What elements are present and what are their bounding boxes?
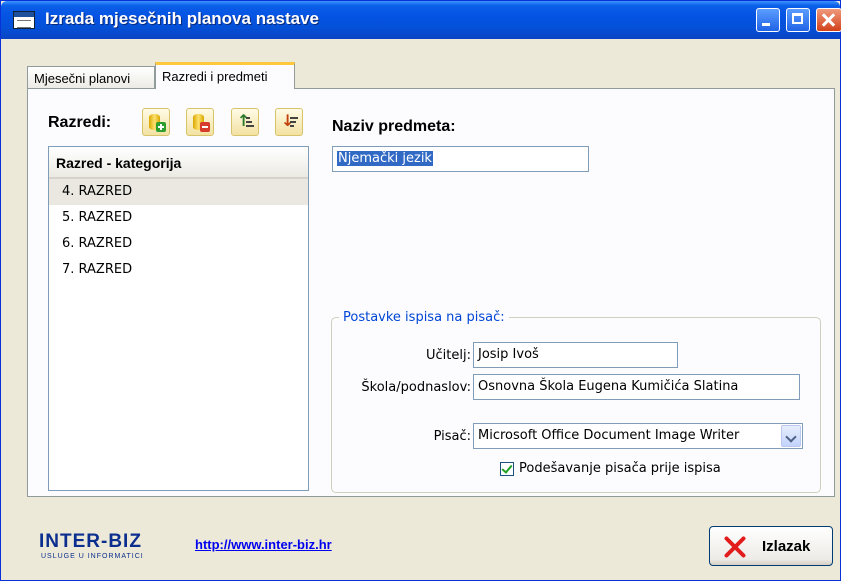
main-window: Izrada mjesečnih planova nastave Mjesečn… (0, 0, 841, 581)
exit-button[interactable]: Izlazak (709, 526, 833, 566)
exit-button-label: Izlazak (762, 538, 811, 555)
list-item[interactable]: 4. RAZRED (49, 179, 308, 205)
delete-class-button[interactable] (186, 108, 214, 136)
window-title: Izrada mjesečnih planova nastave (45, 9, 320, 28)
printer-setup-checkbox[interactable] (500, 462, 514, 476)
sort-ascending-button[interactable]: ↑ (231, 108, 259, 136)
print-settings-legend: Postavke ispisa na pisač: (339, 310, 509, 325)
title-bar[interactable]: Izrada mjesečnih planova nastave (1, 1, 841, 39)
minimize-button[interactable] (756, 8, 780, 32)
inter-biz-logo: INTER-BIZ (39, 531, 142, 552)
classes-label: Razredi: (48, 114, 112, 131)
printer-setup-label[interactable]: Podešavanje pisača prije ispisa (519, 461, 721, 476)
list-item[interactable]: 5. RAZRED (49, 205, 308, 231)
subject-name-input[interactable]: Njemački jezik (332, 146, 589, 172)
maximize-button[interactable] (786, 8, 810, 32)
chevron-down-icon[interactable] (781, 425, 801, 447)
tab-razredi-i-predmeti[interactable]: Razredi i predmeti (155, 62, 295, 89)
teacher-label: Učitelj: (426, 348, 471, 363)
subject-name-label: Naziv predmeta: (332, 118, 456, 135)
school-input[interactable]: Osnovna Škola Eugena Kumičića Slatina (473, 374, 800, 400)
close-button[interactable] (816, 8, 841, 32)
printer-label: Pisač: (433, 429, 471, 444)
logo-subtitle: USLUGE U INFORMATICI (41, 553, 144, 560)
school-label: Škola/podnaslov: (361, 380, 471, 395)
list-item[interactable]: 6. RAZRED (49, 231, 308, 257)
printer-selected-value: Microsoft Office Document Image Writer (478, 428, 740, 443)
window-app-icon (13, 11, 35, 29)
printer-select[interactable]: Microsoft Office Document Image Writer (473, 423, 803, 449)
add-class-button[interactable] (142, 108, 170, 136)
website-link[interactable]: http://www.inter-biz.hr (195, 537, 332, 552)
subject-name-value: Njemački jezik (337, 151, 433, 166)
close-x-icon (722, 535, 748, 559)
classes-list[interactable]: Razred - kategorija 4. RAZRED 5. RAZRED … (48, 146, 309, 491)
list-item[interactable]: 7. RAZRED (49, 257, 308, 283)
sort-descending-button[interactable]: ↓ (275, 108, 303, 136)
tab-mjesecni-planovi[interactable]: Mjesečni planovi (27, 66, 155, 88)
column-header-razred-kategorija[interactable]: Razred - kategorija (49, 147, 308, 179)
teacher-input[interactable]: Josip Ivoš (473, 342, 678, 368)
